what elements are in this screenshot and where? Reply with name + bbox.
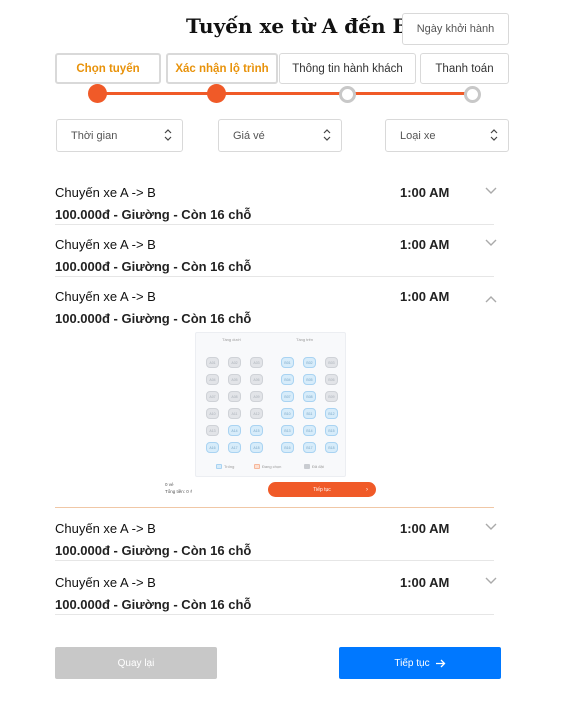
trip-route: Chuyến xe A -> B (55, 237, 156, 252)
filter-vehicle-type[interactable]: Loại xe (385, 119, 509, 152)
seat-b14[interactable]: B14 (303, 425, 316, 436)
sort-icon (490, 129, 498, 141)
legend-booked: Đã đặt (304, 464, 324, 469)
step-select-route[interactable]: Chọn tuyến (55, 53, 161, 84)
progress-line-remaining (348, 92, 473, 95)
filter-price-label: Giá vé (233, 129, 265, 142)
trip-time: 1:00 AM (400, 521, 450, 536)
total-price: Tổng tiền: 0 ₫ (165, 489, 193, 494)
seat-b02[interactable]: B02 (303, 357, 316, 368)
seat-b05[interactable]: B05 (303, 374, 316, 385)
seat-a14[interactable]: A14 (228, 425, 241, 436)
chevron-right-icon: › (366, 486, 368, 493)
seat-a17[interactable]: A17 (228, 442, 241, 453)
seat-a12: A12 (250, 408, 263, 419)
legend-selecting: Đang chọn (254, 464, 281, 469)
seat-a16[interactable]: A16 (206, 442, 219, 453)
seat-a01: A01 (206, 357, 219, 368)
next-button-label: Tiếp tục (394, 657, 430, 669)
seat-a06: A06 (250, 374, 263, 385)
seat-a07: A07 (206, 391, 219, 402)
filter-time-label: Thời gian (71, 129, 118, 142)
progress-dot-3 (339, 86, 356, 103)
seat-b06: B06 (325, 374, 338, 385)
seat-b11[interactable]: B11 (303, 408, 316, 419)
seat-a04: A04 (206, 374, 219, 385)
seat-a08: A08 (228, 391, 241, 402)
legend-available: Trống (216, 464, 234, 469)
trip-info: 100.000đ - Giường - Còn 16 chỗ (55, 543, 252, 558)
sort-icon (164, 129, 172, 141)
progress-dot-2 (207, 84, 226, 103)
seat-a10: A10 (206, 408, 219, 419)
trip-time: 1:00 AM (400, 237, 450, 252)
seat-b09: B09 (325, 391, 338, 402)
seat-a13: A13 (206, 425, 219, 436)
sort-icon (323, 129, 331, 141)
seat-b08[interactable]: B08 (303, 391, 316, 402)
departure-date-button[interactable]: Ngày khởi hành (402, 13, 509, 45)
trip-time: 1:00 AM (400, 289, 450, 304)
progress-dot-4 (464, 86, 481, 103)
seatmap-continue-button[interactable]: Tiếp tục › (268, 482, 376, 497)
trip-info: 100.000đ - Giường - Còn 16 chỗ (55, 311, 252, 326)
seat-a02: A02 (228, 357, 241, 368)
seat-a15[interactable]: A15 (250, 425, 263, 436)
step-confirm-route[interactable]: Xác nhận lộ trình (166, 53, 278, 84)
trip-item[interactable]: Chuyến xe A -> B 1:00 AM 100.000đ - Giườ… (55, 237, 497, 277)
back-button[interactable]: Quay lại (55, 647, 217, 679)
trip-route: Chuyến xe A -> B (55, 575, 156, 590)
upper-deck-label: Tầng trên (296, 337, 314, 342)
chevron-down-icon[interactable] (485, 523, 497, 531)
arrow-right-icon (435, 659, 446, 667)
seat-b10[interactable]: B10 (281, 408, 294, 419)
next-button[interactable]: Tiếp tục (339, 647, 501, 679)
trip-route: Chuyến xe A -> B (55, 185, 156, 200)
seat-a05: A05 (228, 374, 241, 385)
filter-vehicle-type-label: Loại xe (400, 129, 436, 142)
trip-route: Chuyến xe A -> B (55, 521, 156, 536)
trip-item-expanded[interactable]: Chuyến xe A -> B 1:00 AM 100.000đ - Giườ… (55, 289, 497, 329)
trip-info: 100.000đ - Giường - Còn 16 chỗ (55, 259, 252, 274)
chevron-down-icon[interactable] (485, 239, 497, 247)
filter-price[interactable]: Giá vé (218, 119, 342, 152)
seat-b15[interactable]: B15 (325, 425, 338, 436)
chevron-down-icon[interactable] (485, 577, 497, 585)
trip-info: 100.000đ - Giường - Còn 16 chỗ (55, 597, 252, 612)
seat-a11: A11 (228, 408, 241, 419)
seat-b12[interactable]: B12 (325, 408, 338, 419)
expanded-divider (55, 507, 494, 508)
seat-b18[interactable]: B18 (325, 442, 338, 453)
chevron-down-icon[interactable] (485, 187, 497, 195)
progress-dot-1 (88, 84, 107, 103)
trip-item[interactable]: Chuyến xe A -> B 1:00 AM 100.000đ - Giườ… (55, 185, 497, 225)
seat-b01[interactable]: B01 (281, 357, 294, 368)
seat-b07[interactable]: B07 (281, 391, 294, 402)
seat-b17[interactable]: B17 (303, 442, 316, 453)
seat-a18[interactable]: A18 (250, 442, 263, 453)
chevron-up-icon[interactable] (485, 295, 497, 303)
filter-time[interactable]: Thời gian (56, 119, 183, 152)
seat-b13[interactable]: B13 (281, 425, 294, 436)
step-payment[interactable]: Thanh toán (420, 53, 509, 84)
page-title: Tuyến xe từ A đến B (186, 14, 410, 38)
trip-item[interactable]: Chuyến xe A -> B 1:00 AM 100.000đ - Giườ… (55, 575, 497, 615)
trip-time: 1:00 AM (400, 575, 450, 590)
lower-deck-label: Tầng dưới (222, 337, 241, 342)
step-passenger-info[interactable]: Thông tin hành khách (279, 53, 416, 84)
selected-seat-count: 0 vé (165, 482, 174, 487)
seat-a03: A03 (250, 357, 263, 368)
seat-a09: A09 (250, 391, 263, 402)
seat-b16[interactable]: B16 (281, 442, 294, 453)
seat-map: Tầng dưới Tầng trên A01 A02 A03 A04 A05 A06 A0… (195, 332, 346, 477)
seat-b03: B03 (325, 357, 338, 368)
seat-b04[interactable]: B04 (281, 374, 294, 385)
trip-info: 100.000đ - Giường - Còn 16 chỗ (55, 207, 252, 222)
trip-item[interactable]: Chuyến xe A -> B 1:00 AM 100.000đ - Giườ… (55, 521, 497, 561)
trip-time: 1:00 AM (400, 185, 450, 200)
trip-route: Chuyến xe A -> B (55, 289, 156, 304)
